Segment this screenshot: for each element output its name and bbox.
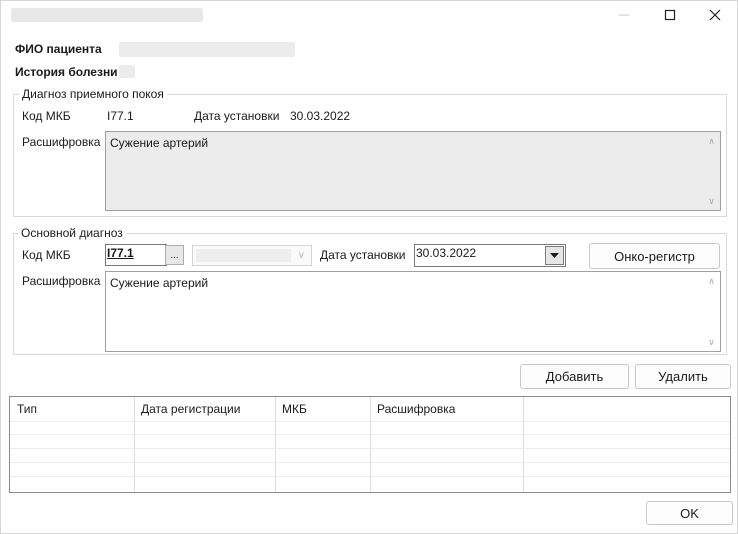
- row-divider: [10, 448, 730, 449]
- column-divider: [523, 397, 524, 492]
- column-divider: [275, 397, 276, 492]
- reception-decode-value: Сужение артерий: [110, 136, 209, 150]
- maximize-button[interactable]: [647, 1, 693, 29]
- window-title-redacted: [11, 8, 203, 22]
- row-divider: [10, 434, 730, 435]
- main-mkb-value: I77.1: [107, 246, 134, 260]
- main-mkb-label: Код МКБ: [22, 248, 71, 262]
- reception-date-value: 30.03.2022: [290, 109, 351, 123]
- close-icon: [709, 9, 721, 21]
- scroll-down-icon[interactable]: ∨: [703, 193, 720, 209]
- main-date-label: Дата установки: [320, 248, 406, 262]
- reception-decode-textarea[interactable]: Сужение артерий ∧ ∨: [105, 131, 721, 211]
- column-divider: [370, 397, 371, 492]
- row-divider: [10, 476, 730, 477]
- column-header-decode[interactable]: Расшифровка: [372, 397, 455, 419]
- mkb-select-value-redacted: [196, 249, 291, 262]
- row-divider: [10, 462, 730, 463]
- column-header-mkb[interactable]: МКБ: [277, 397, 307, 419]
- scroll-up-icon[interactable]: ∧: [703, 133, 720, 149]
- ok-button[interactable]: OK: [646, 501, 733, 525]
- onco-register-button[interactable]: Онко-регистр: [589, 243, 720, 269]
- reception-decode-label: Расшифровка: [22, 135, 101, 149]
- main-decode-scrollbar[interactable]: ∧ ∨: [703, 272, 720, 351]
- scroll-up-icon[interactable]: ∧: [703, 273, 720, 289]
- main-decode-label: Расшифровка: [22, 274, 101, 288]
- patient-history-value-redacted: [119, 65, 135, 78]
- column-header-registration-date[interactable]: Дата регистрации: [136, 397, 240, 419]
- patient-history-label: История болезни: [15, 65, 118, 79]
- reception-mkb-label: Код МКБ: [22, 109, 71, 123]
- main-date-picker[interactable]: 30.03.2022: [414, 244, 566, 267]
- patient-fio-value-redacted: [119, 42, 295, 57]
- mkb-lookup-button[interactable]: ...: [165, 245, 184, 265]
- row-divider: [10, 421, 730, 422]
- maximize-icon: [664, 9, 676, 21]
- main-decode-value: Сужение артерий: [110, 276, 209, 290]
- patient-fio-label: ФИО пациента: [15, 42, 102, 56]
- reception-diagnosis-legend: Диагноз приемного покоя: [19, 87, 167, 101]
- delete-button[interactable]: Удалить: [635, 364, 731, 389]
- main-mkb-input[interactable]: I77.1: [105, 244, 167, 266]
- reception-decode-scrollbar[interactable]: ∧ ∨: [703, 132, 720, 210]
- main-date-value: 30.03.2022: [416, 246, 477, 260]
- diagnosis-table[interactable]: Тип Дата регистрации МКБ Расшифровка: [9, 396, 731, 493]
- reception-mkb-value: I77.1: [107, 109, 134, 123]
- minimize-icon: [619, 14, 629, 16]
- column-header-type[interactable]: Тип: [12, 397, 37, 419]
- dialog-window: ФИО пациента История болезни Диагноз при…: [0, 0, 738, 534]
- dropdown-arrow-icon: [550, 252, 559, 258]
- reception-date-label: Дата установки: [194, 109, 280, 123]
- scroll-down-icon[interactable]: ∨: [703, 334, 720, 350]
- add-button[interactable]: Добавить: [520, 364, 629, 389]
- minimize-button[interactable]: [601, 1, 647, 29]
- column-divider: [134, 397, 135, 492]
- chevron-down-icon: ∨: [297, 250, 305, 261]
- main-decode-textarea[interactable]: Сужение артерий ∧ ∨: [105, 271, 721, 352]
- mkb-select-disabled: ∨: [192, 245, 312, 266]
- date-dropdown-button[interactable]: [545, 246, 564, 265]
- main-diagnosis-legend: Основной диагноз: [18, 226, 126, 240]
- close-button[interactable]: [692, 1, 738, 29]
